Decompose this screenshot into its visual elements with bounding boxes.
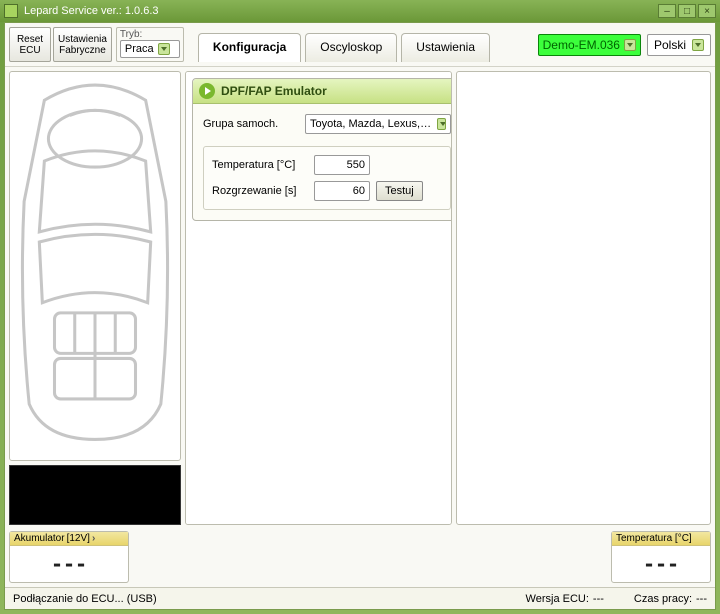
right-empty-panel <box>456 71 711 525</box>
device-label: Demo-EM.036 <box>543 38 620 52</box>
mode-box: Tryb: Praca <box>116 27 184 62</box>
close-button[interactable]: × <box>698 4 716 18</box>
uptime-label: Czas pracy: <box>634 593 692 605</box>
app-window: Lepard Service ver.: 1.0.6.3 – □ × Reset… <box>0 0 720 614</box>
window-title: Lepard Service ver.: 1.0.6.3 <box>24 5 658 17</box>
arrow-right-icon <box>199 83 215 99</box>
group-header[interactable]: DPF/FAP Emulator <box>193 79 452 104</box>
mode-label: Tryb: <box>120 29 180 40</box>
mode-select[interactable]: Praca <box>120 40 180 58</box>
reset-ecu-button[interactable]: Reset ECU <box>9 27 51 62</box>
car-group-label: Grupa samoch. <box>203 118 299 130</box>
warmup-label: Rozgrzewanie [s] <box>212 185 308 197</box>
toolbar: Reset ECU Ustawienia Fabryczne Tryb: Pra… <box>5 23 715 67</box>
maximize-button[interactable]: □ <box>678 4 696 18</box>
expand-icon[interactable]: › <box>92 533 95 544</box>
chevron-down-icon <box>158 43 170 55</box>
info-display <box>9 465 181 525</box>
battery-gauge: Akumulator [12V] › --- <box>9 531 129 583</box>
group-title: DPF/FAP Emulator <box>221 84 327 98</box>
gauges-row: Akumulator [12V] › --- Temperatura [°C] … <box>5 529 715 587</box>
factory-settings-button[interactable]: Ustawienia Fabryczne <box>53 27 112 62</box>
battery-gauge-label: Akumulator <box>14 533 65 544</box>
ecu-version-label: Wersja ECU: <box>526 593 589 605</box>
status-connection: Podłączanie do ECU... (USB) <box>13 593 157 605</box>
app-icon <box>4 4 18 18</box>
tabs: Konfiguracja Oscyloskop Ustawienia <box>198 27 490 62</box>
device-combo[interactable]: Demo-EM.036 <box>538 34 641 56</box>
temperature-input[interactable] <box>314 155 370 175</box>
minimize-button[interactable]: – <box>658 4 676 18</box>
chevron-down-icon <box>437 118 446 130</box>
battery-gauge-unit: [12V] <box>67 533 90 544</box>
statusbar: Podłączanie do ECU... (USB) Wersja ECU: … <box>5 587 715 609</box>
ecu-version-value: --- <box>593 593 604 605</box>
titlebar[interactable]: Lepard Service ver.: 1.0.6.3 – □ × <box>0 0 720 22</box>
dpf-emulator-group: DPF/FAP Emulator Grupa samoch. Toyota, M… <box>192 78 452 221</box>
config-panel: DPF/FAP Emulator Grupa samoch. Toyota, M… <box>185 71 452 525</box>
temperature-gauge: Temperatura [°C] --- <box>611 531 711 583</box>
temperature-gauge-label: Temperatura [°C] <box>616 533 692 544</box>
tab-oscyloskop[interactable]: Oscyloskop <box>305 33 397 62</box>
chevron-down-icon <box>692 39 704 51</box>
uptime-value: --- <box>696 593 707 605</box>
params-box: Temperatura [°C] Rozgrzewanie [s] Testuj <box>203 146 451 210</box>
test-button[interactable]: Testuj <box>376 181 423 201</box>
warmup-input[interactable] <box>314 181 370 201</box>
tab-ustawienia[interactable]: Ustawienia <box>401 33 490 62</box>
car-group-combo[interactable]: Toyota, Mazda, Lexus, Nissan (Denso) <box>305 114 451 134</box>
temperature-gauge-value: --- <box>612 546 710 582</box>
battery-gauge-value: --- <box>10 546 128 582</box>
language-label: Polski <box>654 38 686 52</box>
client-area: Reset ECU Ustawienia Fabryczne Tryb: Pra… <box>4 22 716 610</box>
language-combo[interactable]: Polski <box>647 34 711 56</box>
mode-value: Praca <box>125 43 154 55</box>
temperature-label: Temperatura [°C] <box>212 159 308 171</box>
tab-konfiguracja[interactable]: Konfiguracja <box>198 33 301 62</box>
car-diagram-icon <box>14 80 176 445</box>
chevron-down-icon <box>624 39 636 51</box>
main-column: DPF/FAP Emulator Grupa samoch. Toyota, M… <box>185 71 711 525</box>
left-column <box>9 71 181 525</box>
car-group-value: Toyota, Mazda, Lexus, Nissan (Denso) <box>310 118 433 130</box>
car-diagram-panel <box>9 71 181 461</box>
content-row: DPF/FAP Emulator Grupa samoch. Toyota, M… <box>5 67 715 529</box>
